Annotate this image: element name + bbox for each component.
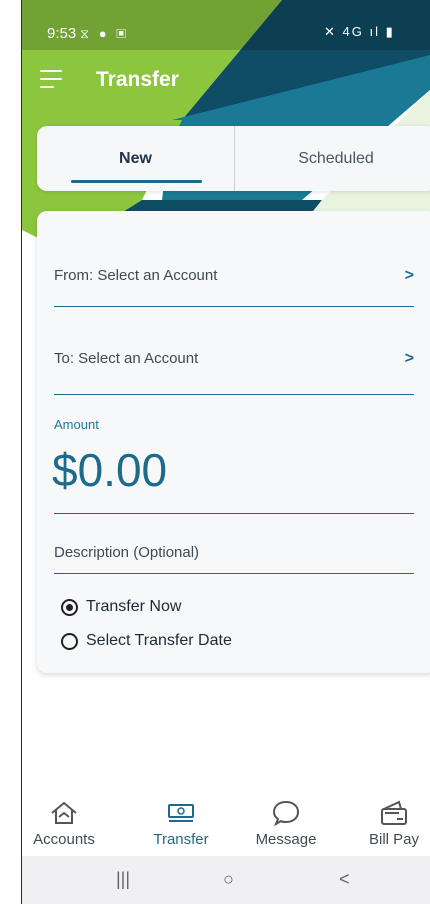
nav-message-label: Message [255, 831, 317, 848]
status-bar: 9:53 ⧖ ● ▣ ✕ 4G ıl ▮ [22, 0, 430, 50]
home-button[interactable]: ○ [223, 869, 234, 890]
radio-transfer-now[interactable]: Transfer Now [61, 596, 181, 618]
from-underline [54, 306, 414, 307]
status-system-icons: ✕ 4G ıl ▮ [324, 24, 395, 39]
recents-button[interactable]: ||| [116, 869, 130, 890]
chevron-right-icon: > [404, 267, 414, 284]
back-button[interactable]: < [339, 869, 350, 890]
radio-select-date-label: Select Transfer Date [86, 632, 232, 649]
page-title: Transfer [96, 68, 179, 91]
transfer-form-card: From: Select an Account > To: Select an … [37, 211, 430, 673]
from-account-select[interactable]: From: Select an Account > [54, 257, 414, 297]
radio-select-transfer-date[interactable]: Select Transfer Date [61, 630, 232, 652]
description-field[interactable]: Description (Optional) [54, 544, 199, 561]
transfer-tabs: New Scheduled [37, 126, 430, 191]
radio-checked-icon[interactable] [61, 598, 78, 616]
description-underline [54, 573, 414, 574]
nav-accounts-label: Accounts [33, 831, 95, 848]
nav-transfer-label: Transfer [153, 831, 209, 848]
tab-scheduled-label: Scheduled [298, 149, 374, 167]
status-notification-icons: ⧖ ● ▣ [80, 26, 130, 41]
hamburger-menu-icon[interactable] [40, 70, 62, 88]
amount-input[interactable]: $0.00 [52, 443, 167, 497]
from-account-label: From: Select an Account [54, 267, 218, 284]
status-time: 9:53 [47, 25, 77, 42]
nav-accounts[interactable]: Accounts [22, 795, 109, 848]
to-account-label: To: Select an Account [54, 350, 199, 367]
nav-message[interactable]: Message [241, 795, 331, 848]
to-underline [54, 394, 414, 395]
tab-new-label: New [119, 149, 152, 167]
active-tab-indicator [71, 180, 202, 183]
tab-scheduled[interactable]: Scheduled [235, 126, 430, 191]
radio-unchecked-icon[interactable] [61, 632, 78, 650]
nav-bill-pay[interactable]: Bill Pay [349, 795, 430, 848]
nav-transfer[interactable]: Transfer [136, 795, 226, 848]
nav-bill-pay-label: Bill Pay [368, 831, 420, 848]
money-icon [168, 804, 194, 822]
home-icon [51, 801, 77, 824]
radio-transfer-now-label: Transfer Now [86, 598, 182, 615]
app-screen: 9:53 ⧖ ● ▣ ✕ 4G ıl ▮ Transfer New Schedu… [22, 0, 430, 904]
wallet-icon [381, 800, 407, 825]
amount-underline [54, 513, 414, 514]
bottom-navigation: Accounts Transfer Message Bill Pay [22, 795, 430, 855]
chat-icon [272, 800, 300, 827]
amount-label: Amount [54, 417, 99, 432]
to-account-select[interactable]: To: Select an Account > [54, 340, 414, 380]
system-navigation-bar: ||| ○ < [22, 856, 430, 904]
chevron-right-icon: > [404, 350, 414, 367]
